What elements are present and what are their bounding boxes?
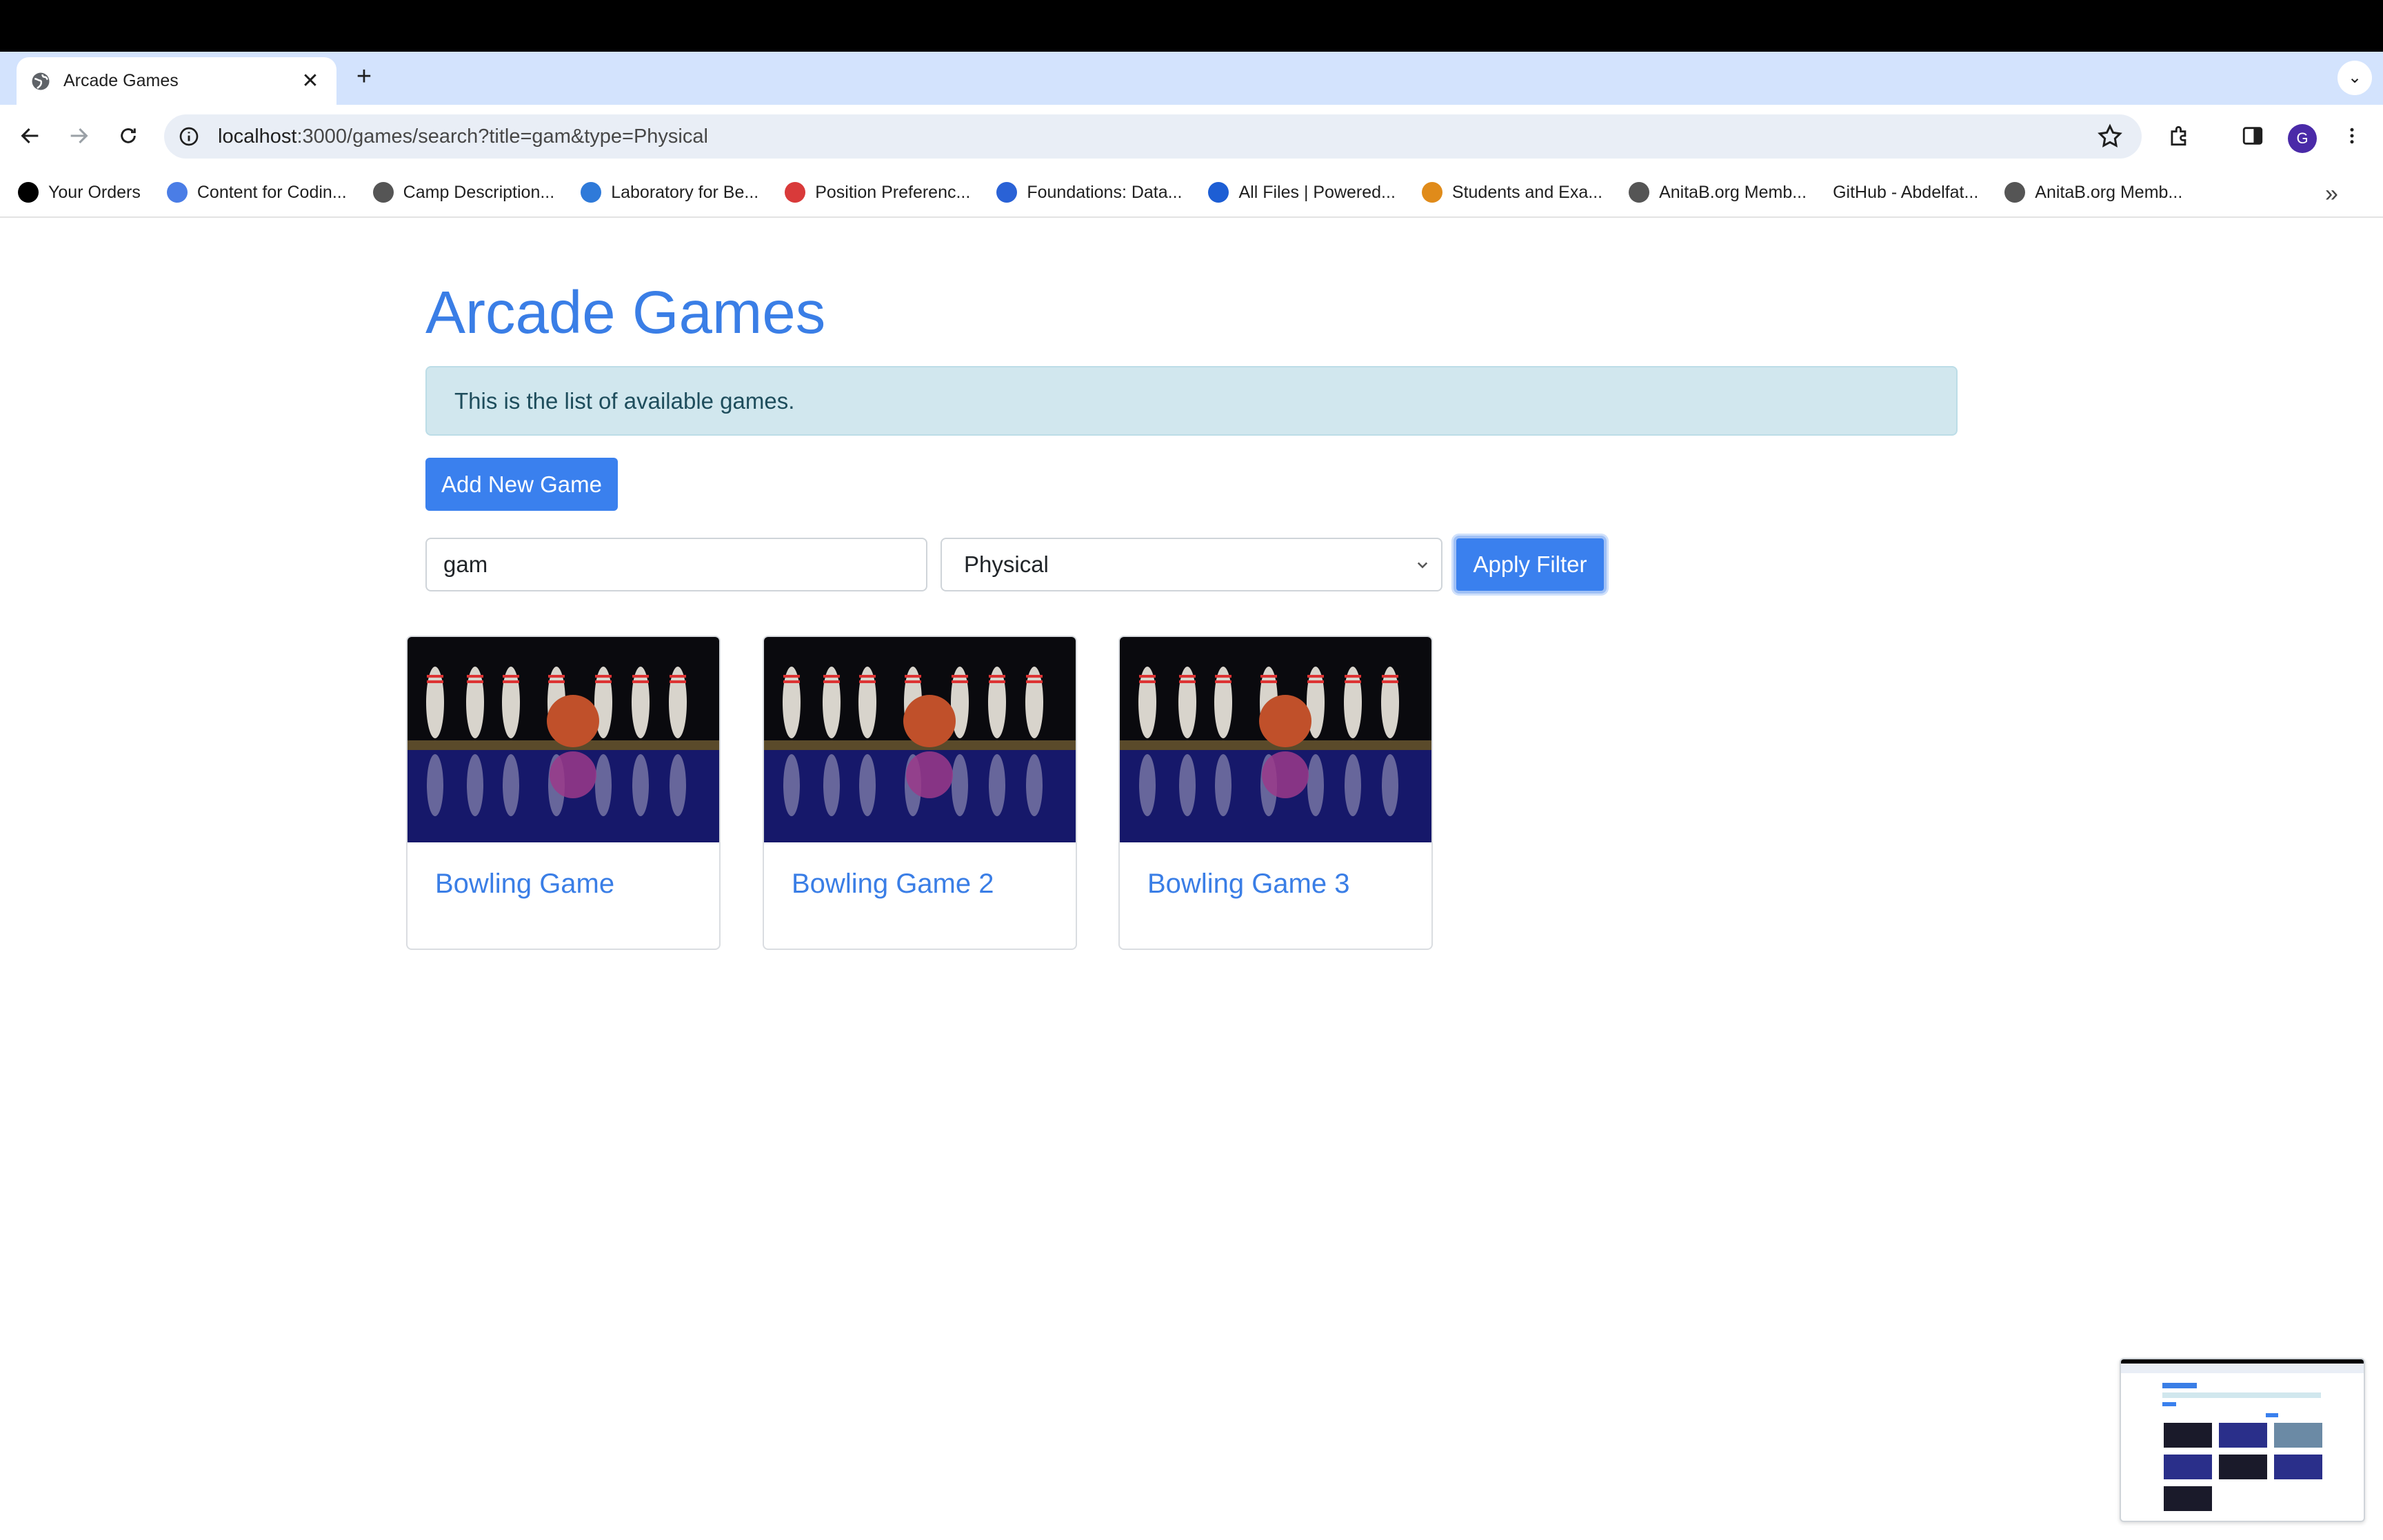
bookmark-label: Students and Exa... <box>1451 182 1603 202</box>
bookmark-label: Content for Codin... <box>197 182 347 202</box>
side-panel-icon[interactable] <box>2237 120 2269 152</box>
lab-icon <box>581 182 602 203</box>
page-title: Arcade Games <box>425 279 826 346</box>
bookmark-label: All Files | Powered... <box>1238 182 1396 202</box>
extensions-icon[interactable] <box>2164 120 2195 152</box>
box-icon <box>1208 182 1229 203</box>
os-top-bar <box>0 0 2383 52</box>
game-card-title[interactable]: Bowling Game 3 <box>1147 869 1349 900</box>
bookmark-item[interactable]: AnitaB.org Memb... <box>2004 182 2182 203</box>
browser-toolbar: localhost:3000/games/search?title=gam&ty… <box>0 105 2383 168</box>
globe-icon <box>32 72 50 90</box>
site-info-icon[interactable] <box>178 125 200 148</box>
bookmark-label: Laboratory for Be... <box>611 182 759 202</box>
bookmark-item[interactable]: Foundations: Data... <box>996 182 1182 203</box>
globe-icon <box>372 182 394 203</box>
bookmark-item[interactable]: Content for Codin... <box>166 182 347 203</box>
moodle-icon <box>1421 182 1442 203</box>
url-host: localhost <box>218 125 297 148</box>
bookmark-item[interactable]: All Files | Powered... <box>1208 182 1396 203</box>
chevron-down-icon <box>1417 562 1428 569</box>
tab-arcade-games[interactable]: Arcade Games ✕ <box>17 57 336 105</box>
game-card[interactable]: Bowling Game <box>406 636 721 950</box>
bookmark-label: Foundations: Data... <box>1027 182 1183 202</box>
type-select[interactable]: Physical <box>941 538 1442 591</box>
bowling-image <box>764 637 1076 842</box>
apply-filter-button[interactable]: Apply Filter <box>1454 536 1607 594</box>
page-content: Arcade Games This is the list of availab… <box>0 219 2383 1540</box>
url-path: :3000/games/search?title=gam&type=Physic… <box>296 125 708 148</box>
profile-avatar[interactable]: G <box>2288 124 2317 153</box>
bookmark-label: Your Orders <box>48 182 141 202</box>
tab-title: Arcade Games <box>63 71 179 90</box>
url-text[interactable]: localhost:3000/games/search?title=gam&ty… <box>218 125 2096 148</box>
globe-icon <box>2004 182 2026 203</box>
bookmark-label: AnitaB.org Memb... <box>2035 182 2183 202</box>
bookmark-item[interactable]: Your Orders <box>18 182 141 203</box>
bookmark-label: AnitaB.org Memb... <box>1659 182 1807 202</box>
forward-arrow-icon[interactable] <box>61 118 97 154</box>
reload-icon[interactable] <box>110 118 146 154</box>
bowling-image <box>408 637 719 842</box>
globe-icon <box>1629 182 1650 203</box>
bookmark-item[interactable]: AnitaB.org Memb... <box>1629 182 1807 203</box>
bookmark-item[interactable]: Students and Exa... <box>1421 182 1603 203</box>
more-bookmarks-chevron-icon[interactable]: » <box>2325 181 2338 207</box>
address-bar[interactable]: localhost:3000/games/search?title=gam&ty… <box>164 114 2142 159</box>
bookmark-item[interactable]: Laboratory for Be... <box>581 182 758 203</box>
tab-search-chevron-icon[interactable]: ⌄ <box>2337 61 2372 95</box>
bookmark-item[interactable]: Camp Description... <box>372 182 555 203</box>
bookmark-label: Camp Description... <box>403 182 555 202</box>
bookmark-label: Position Preferenc... <box>815 182 971 202</box>
browser-menu-icon[interactable] <box>2336 120 2368 152</box>
bookmarks-bar: Your Orders Content for Codin... Camp Desc… <box>0 168 2383 218</box>
bookmark-star-icon[interactable] <box>2096 123 2124 150</box>
close-tab-icon[interactable]: ✕ <box>298 69 323 93</box>
bookmark-item[interactable]: GitHub - Abdelfat... <box>1833 183 1978 203</box>
game-card[interactable]: Bowling Game 3 <box>1118 636 1433 950</box>
game-card-title[interactable]: Bowling Game 2 <box>792 869 994 900</box>
title-search-input[interactable]: gam <box>425 538 927 591</box>
add-new-game-button[interactable]: Add New Game <box>425 458 618 511</box>
new-tab-button[interactable]: + <box>349 62 379 92</box>
back-arrow-icon[interactable] <box>12 118 48 154</box>
amazon-icon <box>18 182 39 203</box>
game-card-title[interactable]: Bowling Game <box>435 869 614 900</box>
bookmark-item[interactable]: Position Preferenc... <box>785 182 970 203</box>
bowling-image <box>1120 637 1431 842</box>
opera-icon <box>785 182 806 203</box>
coursera-icon <box>996 182 1018 203</box>
screenshot-thumbnail[interactable] <box>2120 1358 2365 1522</box>
game-card[interactable]: Bowling Game 2 <box>763 636 1077 950</box>
bookmark-label: GitHub - Abdelfat... <box>1833 182 1979 202</box>
docs-icon <box>166 182 188 203</box>
type-select-value: Physical <box>964 551 1049 577</box>
info-alert: This is the list of available games. <box>425 366 1958 436</box>
